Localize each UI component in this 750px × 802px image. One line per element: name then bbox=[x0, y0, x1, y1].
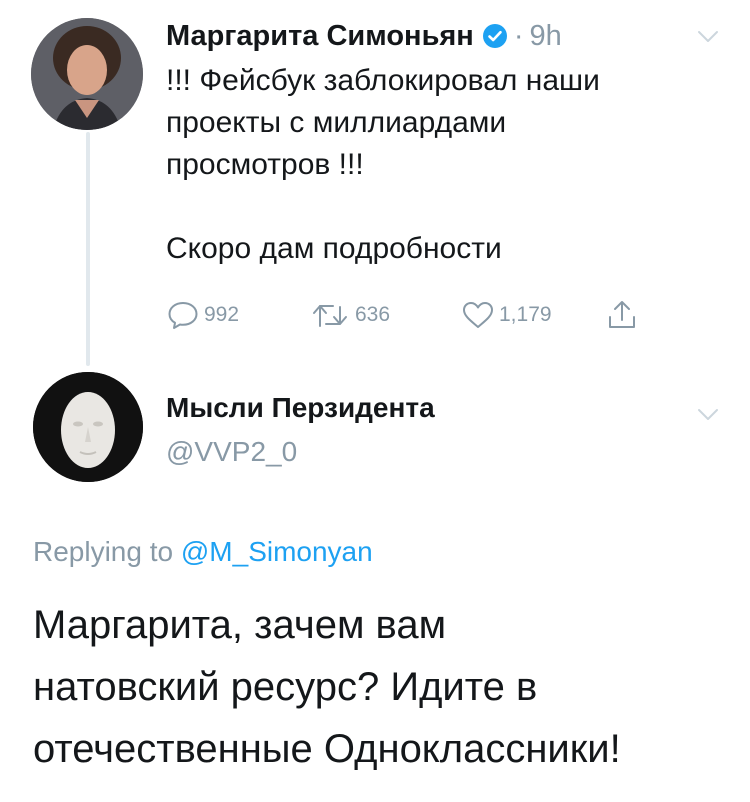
tweet-text-line: !!! Фейсбук заблокировал наши bbox=[166, 64, 600, 97]
like-count: 1,179 bbox=[499, 303, 552, 326]
verified-badge-icon bbox=[482, 23, 508, 49]
replying-to: Replying to @M_Simonyan bbox=[33, 536, 373, 568]
replying-prefix: Replying to bbox=[33, 536, 174, 567]
author-name[interactable]: Маргарита Симоньян bbox=[166, 20, 474, 53]
mention-link[interactable]: @M_Simonyan bbox=[181, 536, 373, 567]
avatar-image bbox=[33, 372, 143, 482]
thread-connector-line bbox=[86, 132, 90, 366]
tweet-time[interactable]: 9h bbox=[530, 20, 562, 53]
retweet-button[interactable]: 636 bbox=[311, 298, 390, 332]
retweet-count: 636 bbox=[355, 303, 391, 326]
tweet-text-line: проекты с миллиардами bbox=[166, 106, 507, 139]
reply-count: 992 bbox=[204, 303, 240, 326]
tweet-text-line: натовский ресурс? Идите в bbox=[33, 665, 538, 709]
author-name[interactable]: Мысли Перзидента bbox=[166, 392, 435, 424]
author-handle[interactable]: @VVP2_0 bbox=[166, 436, 297, 468]
tweet-text-line: просмотров !!! bbox=[166, 148, 364, 181]
reply-button[interactable]: 992 bbox=[166, 298, 239, 332]
reply-icon bbox=[168, 302, 198, 329]
tweet-text: Маргарита, зачем вам натовский ресурс? И… bbox=[33, 594, 733, 780]
tweet-header: Маргарита Симоньян · 9h bbox=[166, 16, 562, 56]
avatar[interactable] bbox=[31, 18, 143, 130]
heart-icon bbox=[463, 302, 493, 328]
retweet-icon bbox=[313, 305, 347, 327]
tweet-text: !!! Фейсбук заблокировал наши проекты с … bbox=[166, 60, 706, 270]
tweet-text-line: Скоро дам подробности bbox=[166, 232, 502, 265]
time-separator: · bbox=[513, 19, 524, 52]
avatar[interactable] bbox=[33, 372, 143, 482]
avatar-image bbox=[31, 18, 143, 130]
share-button[interactable] bbox=[606, 298, 642, 332]
like-button[interactable]: 1,179 bbox=[461, 298, 552, 332]
chevron-down-icon[interactable] bbox=[697, 408, 719, 422]
chevron-down-icon[interactable] bbox=[697, 30, 719, 44]
tweet-text-line: Маргарита, зачем вам bbox=[33, 603, 447, 647]
share-icon bbox=[609, 301, 635, 328]
tweet-text-line: отечественные Одноклассники! bbox=[33, 727, 621, 771]
